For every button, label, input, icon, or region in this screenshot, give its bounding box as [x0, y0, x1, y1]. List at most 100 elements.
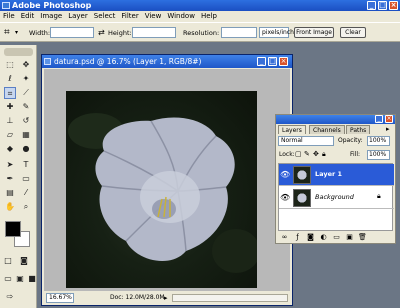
menu-window[interactable]: Window [164, 11, 198, 22]
doc-close-button[interactable]: × [279, 57, 288, 66]
move-tool-icon[interactable]: ✥ [20, 59, 32, 71]
toolbox-header [4, 48, 33, 56]
menu-help[interactable]: Help [198, 11, 220, 22]
visibility-eye-icon[interactable]: 👁︎ [280, 170, 290, 180]
width-label: Width: [29, 29, 51, 37]
front-image-button[interactable]: Front Image [294, 27, 334, 38]
magic-wand-tool-icon[interactable]: ✦ [20, 73, 32, 85]
menu-bar: File Edit Image Layer Select Filter View Window… [0, 11, 400, 22]
opacity-field[interactable]: 100% [367, 136, 390, 146]
layer-mask-icon[interactable]: ◙ [306, 233, 315, 242]
link-layers-icon[interactable]: ∞ [280, 233, 289, 242]
lock-label: Lock: [279, 151, 295, 158]
new-group-icon[interactable]: ▭ [332, 233, 341, 242]
height-field[interactable] [132, 27, 176, 38]
close-button[interactable]: × [389, 1, 398, 10]
pen-tool-icon[interactable]: ✒ [4, 173, 16, 185]
layers-palette-title-bar: _ × [276, 115, 395, 124]
doc-maximize-button[interactable]: □ [268, 57, 277, 66]
resolution-unit-select[interactable]: pixels/inch [259, 27, 294, 38]
menu-file[interactable]: File [0, 11, 18, 22]
opacity-label: Opacity: [338, 137, 363, 144]
shape-tool-icon[interactable]: ▭ [20, 173, 32, 185]
lasso-tool-icon[interactable]: ℓ [4, 73, 16, 85]
visibility-eye-icon[interactable]: 👁︎ [280, 193, 290, 203]
menu-view[interactable]: View [142, 11, 165, 22]
tab-channels[interactable]: Channels [309, 125, 345, 134]
app-title-bar: Adobe Photoshop _ □ × [0, 0, 400, 11]
layers-list: 👁︎ Layer 1 👁︎ Background 🔒︎ [278, 163, 394, 231]
adjustment-layer-icon[interactable]: ◐ [319, 233, 328, 242]
layer-thumbnail [293, 189, 311, 207]
layer-name: Background [315, 193, 354, 201]
photoshop-app-icon [2, 2, 10, 9]
layer-thumbnail [293, 166, 311, 184]
hand-tool-icon[interactable]: ✋ [4, 201, 16, 213]
zoom-field[interactable]: 16.67% [46, 293, 74, 303]
layer-style-icon[interactable]: ƒ [293, 233, 302, 242]
eraser-tool-icon[interactable]: ▱ [4, 129, 16, 141]
dodge-tool-icon[interactable]: ● [20, 143, 32, 155]
layers-palette: _ × Layers Channels Paths ▸ Normal Opaci… [275, 114, 396, 244]
document-icon [44, 58, 51, 65]
tab-layers[interactable]: Layers [278, 125, 306, 134]
layer-row-background[interactable]: 👁︎ Background 🔒︎ [279, 187, 394, 209]
menu-filter[interactable]: Filter [118, 11, 141, 22]
palette-minimize-button[interactable]: _ [375, 115, 383, 123]
crop-tool-preset-icon[interactable]: ⌗ [4, 27, 10, 38]
doc-minimize-button[interactable]: _ [257, 57, 266, 66]
lock-image-icon[interactable]: ✎ [304, 150, 310, 158]
crop-tool-icon[interactable]: ⌗ [4, 87, 16, 99]
minimize-button[interactable]: _ [367, 1, 376, 10]
clear-button[interactable]: Clear [340, 27, 366, 38]
fill-label: Fill: [350, 151, 361, 158]
layer-row-layer-1[interactable]: 👁︎ Layer 1 [279, 164, 394, 186]
resolution-field[interactable] [221, 27, 257, 38]
blur-tool-icon[interactable]: ◆ [4, 143, 16, 155]
toolbox: ⬚ ✥ ℓ ✦ ⌗ ⟋ ✚ ✎ ⊥ ↺ ▱ ▦ ◆ ● ➤ T ✒ ▭ ▤ ⁄ … [0, 45, 37, 308]
status-menu-arrow-icon[interactable]: ▸ [164, 292, 168, 304]
height-label: Height: [108, 29, 132, 37]
lock-position-icon[interactable]: ✥ [313, 150, 319, 158]
width-field[interactable] [50, 27, 94, 38]
full-screen-mode-icon[interactable]: ■ [26, 273, 38, 285]
palette-menu-icon[interactable]: ▸ [386, 125, 390, 133]
datura-flower-image[interactable] [66, 91, 260, 288]
lock-transparent-icon[interactable]: ▢ [295, 150, 302, 158]
palette-close-button[interactable]: × [385, 115, 393, 123]
menu-select[interactable]: Select [91, 11, 119, 22]
history-brush-tool-icon[interactable]: ↺ [20, 115, 32, 127]
new-layer-icon[interactable]: ▣ [345, 233, 354, 242]
brush-tool-icon[interactable]: ✎ [20, 101, 32, 113]
jump-to-imageready-icon[interactable]: ⇨ [4, 291, 16, 303]
zoom-tool-icon[interactable]: ⌕ [20, 201, 32, 213]
slice-tool-icon[interactable]: ⟋ [20, 87, 32, 99]
standard-mode-icon[interactable]: □ [2, 255, 14, 267]
lock-all-icon[interactable]: 🔒︎ [322, 150, 326, 159]
fill-field[interactable]: 100% [367, 150, 390, 160]
menu-layer[interactable]: Layer [65, 11, 91, 22]
menu-edit[interactable]: Edit [18, 11, 38, 22]
horizontal-scrollbar[interactable] [172, 294, 288, 302]
clone-stamp-tool-icon[interactable]: ⊥ [4, 115, 16, 127]
quick-mask-mode-icon[interactable]: ◙ [18, 255, 30, 267]
standard-screen-mode-icon[interactable]: ▭ [2, 273, 14, 285]
healing-brush-tool-icon[interactable]: ✚ [4, 101, 16, 113]
tab-paths[interactable]: Paths [346, 125, 371, 134]
menu-image[interactable]: Image [37, 11, 65, 22]
delete-layer-icon[interactable]: 🗑︎ [358, 233, 367, 242]
type-tool-icon[interactable]: T [20, 159, 32, 171]
notes-tool-icon[interactable]: ▤ [4, 187, 16, 199]
app-title: Adobe Photoshop [12, 1, 92, 10]
eyedropper-tool-icon[interactable]: ⁄ [20, 187, 32, 199]
blend-mode-select[interactable]: Normal [278, 136, 334, 146]
marquee-tool-icon[interactable]: ⬚ [4, 59, 16, 71]
maximize-button[interactable]: □ [378, 1, 387, 10]
gradient-tool-icon[interactable]: ▦ [20, 129, 32, 141]
swap-dimensions-icon[interactable]: ⇄ [98, 28, 105, 37]
full-screen-menu-mode-icon[interactable]: ▣ [14, 273, 26, 285]
foreground-color-swatch[interactable] [5, 221, 21, 237]
preset-dropdown-icon[interactable]: ▾ [15, 29, 18, 36]
path-selection-tool-icon[interactable]: ➤ [4, 159, 16, 171]
document-size-info[interactable]: Doc: 12.0M/28.0M [110, 292, 165, 304]
